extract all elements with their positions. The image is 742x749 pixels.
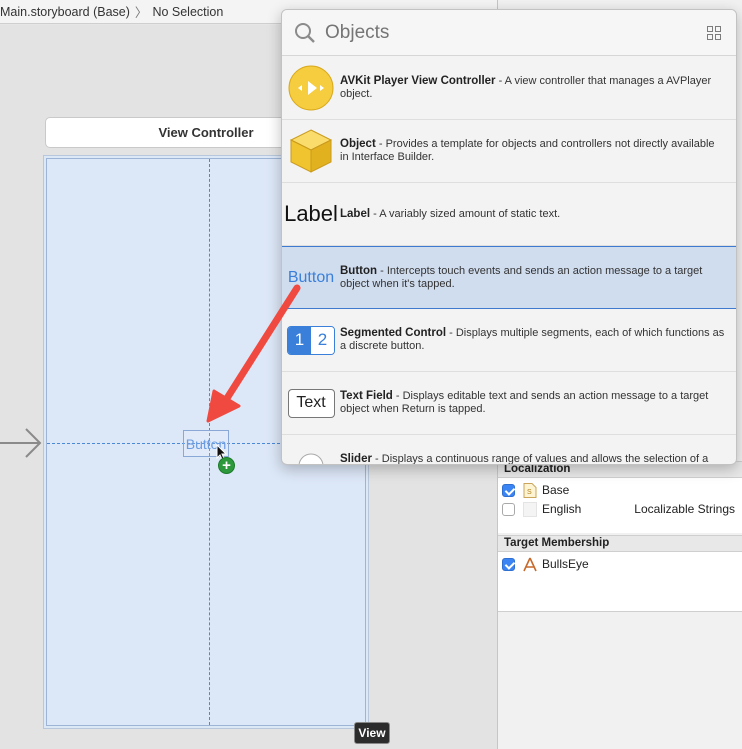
- chevron-right-icon: 〉: [134, 6, 148, 20]
- library-object-list: AVKit Player View Controller - A view co…: [282, 57, 736, 464]
- slider-icon-wrap: [282, 438, 340, 464]
- avkit-icon-wrap: [282, 60, 340, 116]
- object-cube-icon: [289, 129, 333, 173]
- library-item-slider[interactable]: Slider - Displays a continuous range of …: [282, 435, 736, 465]
- library-item-title: Text Field: [340, 390, 393, 402]
- button-icon-wrap: Button: [282, 250, 340, 306]
- localization-row-base[interactable]: S Base: [498, 481, 742, 499]
- library-item-description: Segmented Control - Displays multiple se…: [340, 327, 736, 353]
- localization-label-base: Base: [542, 483, 570, 497]
- localization-label-english: English: [542, 502, 582, 516]
- label-icon-wrap: Label: [282, 186, 340, 242]
- segmented-icon-wrap: 1 2: [282, 312, 340, 368]
- text-field-icon: Text: [287, 388, 335, 418]
- localization-section: Localization S Base English Localizable …: [498, 461, 742, 533]
- segment-one: 1: [288, 326, 311, 354]
- view-tooltip-label: View: [358, 726, 386, 740]
- breadcrumb-file[interactable]: Main.storyboard (Base): [0, 5, 130, 19]
- library-item-object[interactable]: Object - Provides a template for objects…: [282, 120, 736, 183]
- library-item-text: - A variably sized amount of static text…: [370, 207, 561, 220]
- view-tooltip: View: [354, 722, 390, 744]
- search-icon: [295, 22, 315, 43]
- library-item-description: Button - Intercepts touch events and sen…: [340, 265, 736, 291]
- library-item-title: Object: [340, 138, 376, 150]
- add-copy-badge-icon: +: [218, 457, 235, 474]
- library-item-title: Segmented Control: [340, 327, 447, 339]
- library-item-text: - Displays a continuous range of values …: [375, 453, 709, 465]
- label-icon: Label: [284, 201, 338, 226]
- segmented-control-icon: 1 2: [287, 325, 335, 355]
- localization-row-english[interactable]: English Localizable Strings: [498, 500, 742, 518]
- library-item-description: Slider - Displays a continuous range of …: [340, 453, 736, 465]
- library-item-button[interactable]: Button Button - Intercepts touch events …: [282, 246, 736, 309]
- object-icon-wrap: [282, 123, 340, 179]
- grid-view-toggle-icon[interactable]: [707, 26, 721, 40]
- library-item-text: - Provides a template for objects and co…: [340, 138, 715, 163]
- library-item-text-field[interactable]: Text Text Field - Displays editable text…: [282, 372, 736, 435]
- library-item-description: AVKit Player View Controller - A view co…: [340, 75, 736, 101]
- text-field-icon-wrap: Text: [282, 375, 340, 431]
- localization-value-english[interactable]: Localizable Strings: [634, 502, 735, 516]
- avkit-player-icon: [288, 65, 334, 111]
- object-library-popover[interactable]: AVKit Player View Controller - A view co…: [281, 9, 737, 465]
- english-checkbox[interactable]: [502, 502, 515, 516]
- library-item-title: AVKit Player View Controller: [340, 75, 496, 87]
- segment-two: 2: [311, 326, 334, 354]
- slider-icon: [298, 453, 324, 464]
- base-checkbox[interactable]: [502, 483, 515, 497]
- library-search-input[interactable]: [325, 21, 685, 44]
- scene-title: View Controller: [158, 125, 254, 140]
- library-item-description: Label - A variably sized amount of stati…: [340, 208, 570, 221]
- library-item-text: - Displays editable text and sends an ac…: [340, 390, 709, 415]
- breadcrumb-selection[interactable]: No Selection: [152, 5, 223, 19]
- target-membership-section: Target Membership BullsEye: [498, 535, 742, 612]
- library-item-title: Label: [340, 207, 371, 220]
- button-icon: Button: [287, 268, 335, 286]
- library-item-title: Button: [340, 264, 378, 277]
- library-item-description: Text Field - Displays editable text and …: [340, 390, 736, 416]
- target-membership-header: Target Membership: [498, 535, 742, 552]
- target-row-bullseye[interactable]: BullsEye: [498, 555, 742, 573]
- strings-file-icon: S: [523, 482, 537, 498]
- svg-text:S: S: [527, 489, 532, 496]
- library-item-avkit[interactable]: AVKit Player View Controller - A view co…: [282, 57, 736, 120]
- bullseye-checkbox[interactable]: [502, 557, 515, 571]
- library-item-segmented-control[interactable]: 1 2 Segmented Control - Displays multipl…: [282, 309, 736, 372]
- library-item-label[interactable]: Label Label - A variably sized amount of…: [282, 183, 736, 246]
- library-search-bar: [282, 10, 736, 56]
- target-label-bullseye: BullsEye: [542, 557, 589, 571]
- library-item-title: Slider: [340, 453, 372, 465]
- app-target-icon: [523, 557, 537, 571]
- library-item-text: - Intercepts touch events and sends an a…: [340, 264, 703, 290]
- blank-file-icon: [523, 501, 537, 517]
- entry-point-arrow-icon: [0, 428, 42, 458]
- library-item-description: Object - Provides a template for objects…: [340, 138, 736, 164]
